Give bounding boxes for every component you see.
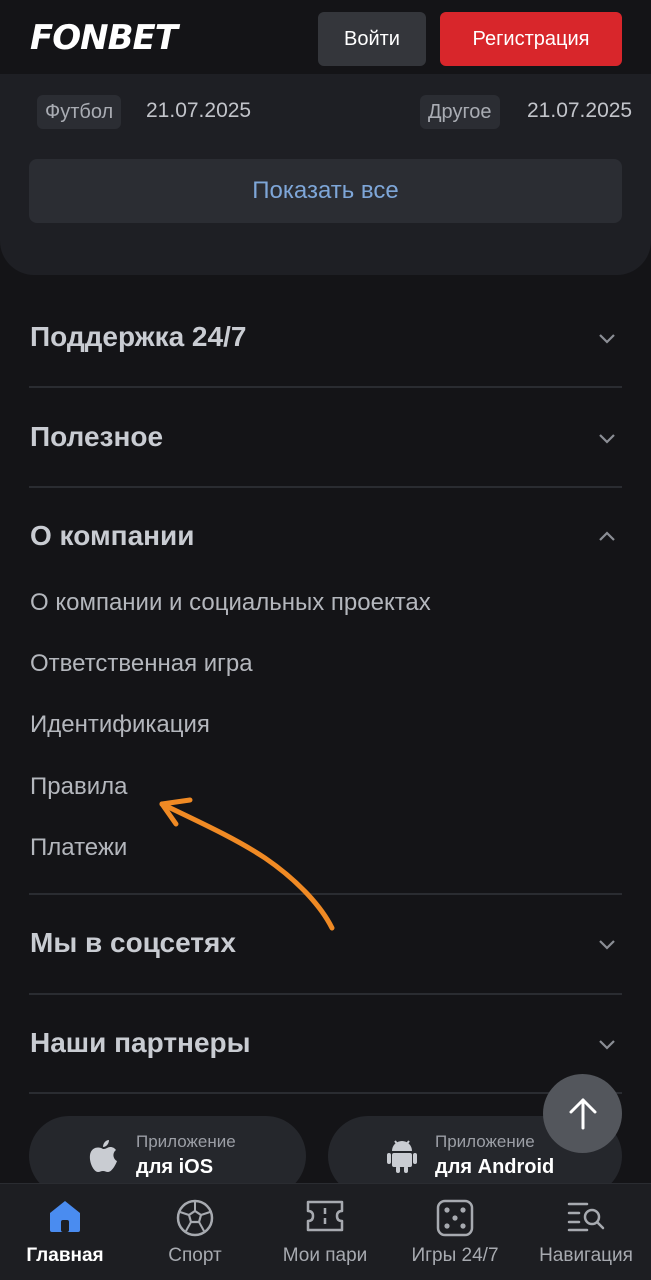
nav-item-my-bets[interactable]: Мои пари [260, 1184, 390, 1280]
nav-label: Главная [26, 1245, 104, 1266]
link-rules[interactable]: Правила [30, 773, 127, 801]
news-date: 21.07.2025 [146, 99, 252, 122]
android-app-small: Приложение [435, 1132, 535, 1151]
register-button[interactable]: Регистрация [440, 12, 622, 66]
chevron-down-icon[interactable] [596, 327, 618, 349]
divider [29, 486, 622, 488]
home-icon [50, 1201, 80, 1232]
scroll-to-top-button[interactable] [543, 1074, 622, 1153]
dice-icon [436, 1199, 474, 1237]
soccer-ball-icon [176, 1199, 214, 1237]
nav-item-navigation[interactable]: Навигация [521, 1184, 651, 1280]
divider [29, 1092, 622, 1094]
news-date: 21.07.2025 [527, 99, 633, 122]
divider [29, 993, 622, 995]
link-responsible-gaming[interactable]: Ответственная игра [30, 650, 253, 678]
divider [29, 386, 622, 388]
link-about-social[interactable]: О компании и социальных проектах [30, 589, 431, 617]
nav-label: Игры 24/7 [411, 1245, 499, 1266]
nav-label: Навигация [539, 1245, 633, 1266]
nav-item-games[interactable]: Игры 24/7 [390, 1184, 520, 1280]
section-partners-title[interactable]: Наши партнеры [30, 1027, 251, 1059]
section-about-title[interactable]: О компании [30, 520, 194, 552]
menu-search-icon [567, 1202, 605, 1232]
ticket-icon [306, 1200, 344, 1232]
ios-app-small: Приложение [136, 1132, 236, 1151]
section-support-title[interactable]: Поддержка 24/7 [30, 321, 246, 353]
chevron-down-icon[interactable] [596, 933, 618, 955]
ios-app-big: для iOS [136, 1156, 214, 1178]
android-icon [387, 1140, 417, 1173]
fonbet-logo[interactable]: FONBET [30, 18, 178, 58]
android-app-big: для Android [435, 1156, 555, 1178]
arrow-up-icon [569, 1098, 596, 1129]
nav-label: Спорт [168, 1245, 222, 1266]
chevron-down-icon[interactable] [596, 1033, 618, 1055]
nav-item-home[interactable]: Главная [0, 1184, 130, 1280]
nav-item-sport[interactable]: Спорт [130, 1184, 260, 1280]
section-useful-title[interactable]: Полезное [30, 421, 163, 453]
bottom-navigation: Главная Спорт Мои пари Игры 24/7 Навигац… [0, 1183, 651, 1280]
link-payments[interactable]: Платежи [30, 834, 127, 862]
chevron-up-icon[interactable] [596, 526, 618, 548]
show-all-button[interactable]: Показать все [29, 159, 622, 223]
chevron-down-icon[interactable] [596, 427, 618, 449]
annotation-arrow [159, 797, 335, 931]
nav-label: Мои пари [282, 1245, 368, 1266]
top-header: FONBET Войти Регистрация [0, 0, 651, 74]
link-identification[interactable]: Идентификация [30, 711, 210, 739]
news-tag-other[interactable]: Другое [420, 95, 500, 129]
section-socials-title[interactable]: Мы в соцсетях [30, 927, 236, 959]
news-tag-football[interactable]: Футбол [37, 95, 122, 129]
login-button[interactable]: Войти [318, 12, 426, 66]
apple-icon [89, 1140, 117, 1172]
